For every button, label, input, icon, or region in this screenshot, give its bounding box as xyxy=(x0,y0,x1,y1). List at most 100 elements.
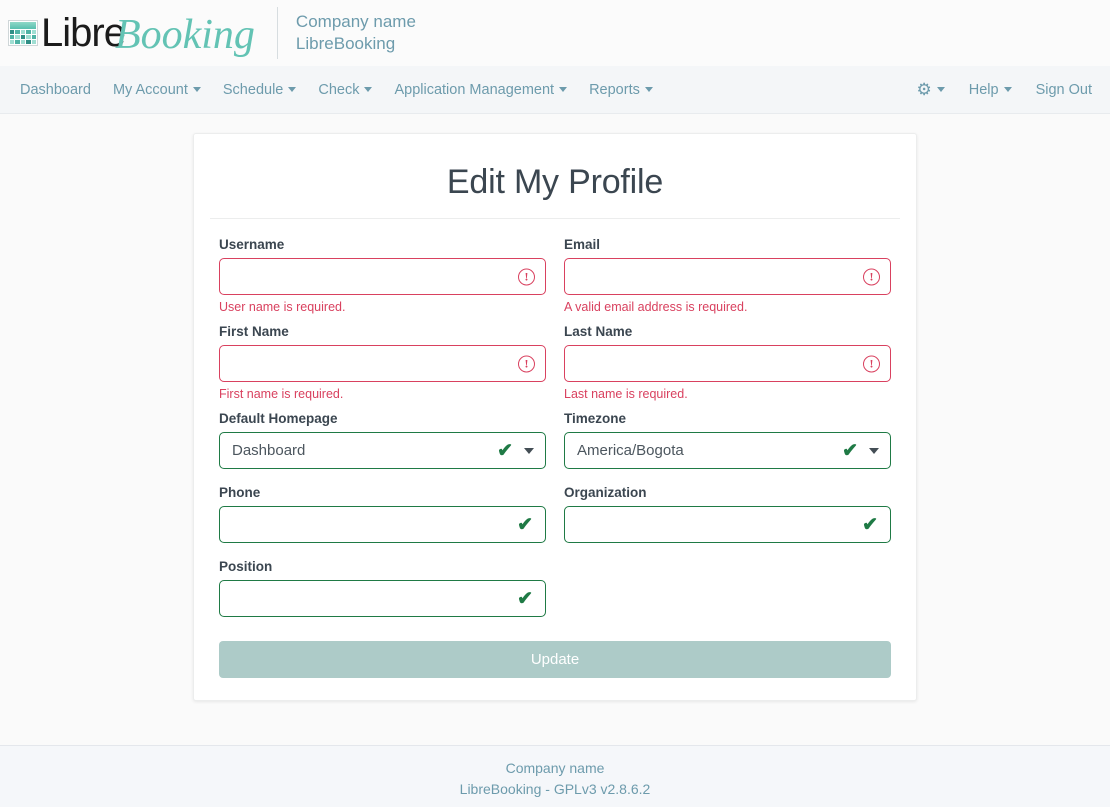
check-icon: ✔ xyxy=(862,515,878,534)
username-input[interactable]: ! xyxy=(219,258,546,295)
submit-row: Update xyxy=(210,621,900,678)
nav-label-check: Check xyxy=(318,82,359,98)
update-button[interactable]: Update xyxy=(219,641,891,678)
chevron-down-icon xyxy=(559,87,567,92)
form-column-left: Position ✔ xyxy=(210,559,555,621)
timezone-value: America/Bogota xyxy=(577,442,684,459)
error-email: A valid email address is required. xyxy=(564,300,891,316)
chevron-down-icon xyxy=(937,87,945,92)
label-position: Position xyxy=(219,559,546,574)
field-spacer xyxy=(219,543,546,555)
logo-text-booking: Booking xyxy=(115,14,255,56)
form-column-right: Email ! A valid email address is require… xyxy=(555,237,900,324)
error-circle-icon: ! xyxy=(518,268,535,285)
form-column-right: Timezone America/Bogota ✔ xyxy=(555,411,900,485)
nav-item-reports[interactable]: Reports xyxy=(589,82,653,98)
check-icon: ✔ xyxy=(517,589,533,608)
form-column-left: Default Homepage Dashboard ✔ xyxy=(210,411,555,485)
position-input[interactable]: ✔ xyxy=(219,580,546,617)
default-homepage-value: Dashboard xyxy=(232,442,305,459)
check-icon: ✔ xyxy=(842,441,858,460)
nav-item-sign-out[interactable]: Sign Out xyxy=(1036,82,1092,98)
label-email: Email xyxy=(564,237,891,252)
error-circle-icon: ! xyxy=(518,355,535,372)
chevron-down-icon xyxy=(288,87,296,92)
field-email: Email ! A valid email address is require… xyxy=(564,237,891,316)
chevron-down-icon xyxy=(193,87,201,92)
nav-item-help[interactable]: Help xyxy=(969,82,1012,98)
brand-company-block: Company name LibreBooking xyxy=(296,11,416,56)
check-icon: ✔ xyxy=(497,441,513,460)
form-column-left: Phone ✔ xyxy=(210,485,555,559)
chevron-down-icon xyxy=(645,87,653,92)
field-position: Position ✔ xyxy=(219,559,546,617)
label-username: Username xyxy=(219,237,546,252)
first-name-input[interactable]: ! xyxy=(219,345,546,382)
nav-item-check[interactable]: Check xyxy=(318,82,372,98)
label-organization: Organization xyxy=(564,485,891,500)
nav-left-group: Dashboard My Account Schedule Check Appl… xyxy=(20,82,653,98)
form-column-right: Last Name ! Last name is required. xyxy=(555,324,900,411)
nav-label-reports: Reports xyxy=(589,82,640,98)
field-username: Username ! User name is required. xyxy=(219,237,546,316)
label-last-name: Last Name xyxy=(564,324,891,339)
brand-header: Libre Booking Company name LibreBooking xyxy=(0,0,1110,66)
brand-divider xyxy=(277,7,278,59)
default-homepage-select[interactable]: Dashboard ✔ xyxy=(219,432,546,469)
app-name: LibreBooking xyxy=(296,33,416,55)
last-name-input[interactable]: ! xyxy=(564,345,891,382)
nav-item-schedule[interactable]: Schedule xyxy=(223,82,296,98)
edit-profile-card: Edit My Profile Username ! User name is … xyxy=(193,133,917,701)
nav-label-application-management: Application Management xyxy=(394,82,554,98)
field-spacer xyxy=(564,469,891,481)
timezone-select[interactable]: America/Bogota ✔ xyxy=(564,432,891,469)
error-username: User name is required. xyxy=(219,300,546,316)
title-divider xyxy=(210,218,900,219)
field-spacer xyxy=(219,469,546,481)
error-circle-icon: ! xyxy=(863,355,880,372)
nav-right-group: ⚙ Help Sign Out xyxy=(917,81,1093,98)
gear-icon: ⚙ xyxy=(917,81,932,98)
check-icon: ✔ xyxy=(517,515,533,534)
nav-label-my-account: My Account xyxy=(113,82,188,98)
field-organization: Organization ✔ xyxy=(564,485,891,555)
nav-item-dashboard[interactable]: Dashboard xyxy=(20,82,91,98)
phone-input[interactable]: ✔ xyxy=(219,506,546,543)
page-footer: Company name LibreBooking - GPLv3 v2.8.6… xyxy=(0,745,1110,807)
calendar-icon xyxy=(8,20,38,46)
field-first-name: First Name ! First name is required. xyxy=(219,324,546,403)
field-timezone: Timezone America/Bogota ✔ xyxy=(564,411,891,481)
field-last-name: Last Name ! Last name is required. xyxy=(564,324,891,403)
label-timezone: Timezone xyxy=(564,411,891,426)
form-column-left: Username ! User name is required. xyxy=(210,237,555,324)
email-input[interactable]: ! xyxy=(564,258,891,295)
chevron-down-icon xyxy=(524,448,534,454)
form-column-right-empty xyxy=(555,559,900,621)
nav-item-application-management[interactable]: Application Management xyxy=(394,82,567,98)
form-column-left: First Name ! First name is required. xyxy=(210,324,555,411)
nav-item-my-account[interactable]: My Account xyxy=(113,82,201,98)
footer-version: LibreBooking - GPLv3 v2.8.6.2 xyxy=(0,779,1110,800)
label-phone: Phone xyxy=(219,485,546,500)
main-content: Edit My Profile Username ! User name is … xyxy=(0,114,1110,726)
field-default-homepage: Default Homepage Dashboard ✔ xyxy=(219,411,546,481)
organization-input[interactable]: ✔ xyxy=(564,506,891,543)
error-first-name: First name is required. xyxy=(219,387,546,403)
page-root: Libre Booking Company name LibreBooking … xyxy=(0,0,1110,807)
page-title: Edit My Profile xyxy=(210,163,900,202)
footer-company-name: Company name xyxy=(0,758,1110,779)
error-last-name: Last name is required. xyxy=(564,387,891,403)
chevron-down-icon xyxy=(869,448,879,454)
chevron-down-icon xyxy=(1004,87,1012,92)
nav-label-schedule: Schedule xyxy=(223,82,283,98)
field-phone: Phone ✔ xyxy=(219,485,546,555)
site-logo[interactable]: Libre Booking xyxy=(8,12,255,54)
company-name: Company name xyxy=(296,11,416,33)
nav-item-settings[interactable]: ⚙ xyxy=(917,81,945,98)
logo-text-libre: Libre xyxy=(41,13,125,53)
error-circle-icon: ! xyxy=(863,268,880,285)
field-spacer xyxy=(564,543,891,555)
form-column-right: Organization ✔ xyxy=(555,485,900,559)
nav-label-sign-out: Sign Out xyxy=(1036,82,1092,98)
label-first-name: First Name xyxy=(219,324,546,339)
